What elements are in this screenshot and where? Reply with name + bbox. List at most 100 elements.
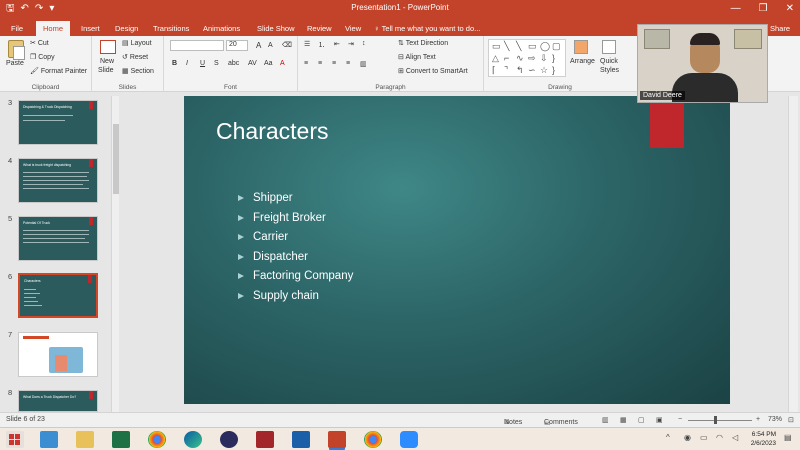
battery-icon[interactable]: ▭ xyxy=(700,433,708,442)
section-button[interactable]: ▦ Section xyxy=(122,67,154,75)
thumbnail-scrollbar[interactable] xyxy=(111,96,119,412)
slide-bullet-list[interactable]: Shipper Freight Broker Carrier Dispatche… xyxy=(238,191,353,308)
zoom-slider-thumb[interactable] xyxy=(714,416,717,424)
slide-thumbnail[interactable]: Dispatching & Truck Dispatching xyxy=(18,100,98,145)
wave-shape-icon[interactable]: ∽ xyxy=(528,65,536,76)
char-spacing-icon[interactable]: AV xyxy=(248,60,257,67)
star-shape-icon[interactable]: ☆ xyxy=(540,65,548,76)
slide-thumbnail[interactable]: What Does a Truck Dispatcher Do? xyxy=(18,390,98,412)
edge-legacy-icon[interactable] xyxy=(40,431,58,448)
arrange-icon[interactable] xyxy=(574,40,588,54)
brace-shape-icon[interactable]: } xyxy=(552,53,555,63)
bent-arrow-shape-icon[interactable]: ↰ xyxy=(516,65,524,76)
clear-format-icon[interactable]: ⌫ xyxy=(282,41,292,49)
zoom-icon[interactable] xyxy=(400,431,418,448)
bullet-item[interactable]: Supply chain xyxy=(238,289,353,309)
windows-start-icon[interactable] xyxy=(6,431,24,448)
tell-me-search[interactable]: ♀ Tell me what you want to do... xyxy=(374,21,480,36)
decrease-indent-icon[interactable]: ⇤ xyxy=(334,40,340,48)
quick-styles-button-line2[interactable]: Styles xyxy=(600,67,619,74)
close-icon[interactable]: ✕ xyxy=(786,2,794,16)
bullet-item[interactable]: Shipper xyxy=(238,191,353,211)
minimize-icon[interactable]: — xyxy=(731,2,741,16)
increase-indent-icon[interactable]: ⇥ xyxy=(348,40,354,48)
quick-styles-button-line1[interactable]: Quick xyxy=(600,58,618,65)
connector-shape-icon[interactable]: ⌝ xyxy=(504,65,508,76)
cube-app-icon[interactable] xyxy=(256,431,274,448)
align-text-button[interactable]: ⊟ Align Text xyxy=(398,53,436,61)
copy-button[interactable]: ❐ Copy xyxy=(30,53,55,61)
tab-view[interactable]: View xyxy=(338,21,368,36)
new-slide-icon[interactable] xyxy=(100,40,116,54)
chrome-profile-icon[interactable] xyxy=(364,431,382,448)
new-slide-button-line2[interactable]: Slide xyxy=(98,67,114,74)
underline-button[interactable]: U xyxy=(200,60,205,67)
tray-app-icon[interactable]: ◉ xyxy=(684,433,691,442)
teams-icon[interactable] xyxy=(220,431,238,448)
shrink-font-button[interactable]: A xyxy=(268,42,273,49)
text-direction-button[interactable]: ⇅ Text Direction xyxy=(398,39,448,47)
arrange-button[interactable]: Arrange xyxy=(570,58,595,65)
new-slide-button-line1[interactable]: New xyxy=(100,58,114,65)
edge-icon[interactable] xyxy=(184,431,202,448)
bullet-item[interactable]: Freight Broker xyxy=(238,211,353,231)
slide-sorter-icon[interactable]: ▦ xyxy=(620,416,627,424)
slide-title[interactable]: Characters xyxy=(216,118,328,145)
grow-font-button[interactable]: A xyxy=(256,41,261,50)
shapes-gallery[interactable]: ▭ ╲ ╲ ▭ ◯ ▢ △ ⌐ ∿ ⇨ ⇩ } ⌈ ⌝ ↰ ∽ ☆ } xyxy=(488,39,566,77)
normal-view-icon[interactable]: ▥ xyxy=(602,416,609,424)
tray-chevron-icon[interactable]: ^ xyxy=(666,433,670,442)
arrow-right-shape-icon[interactable]: ⇨ xyxy=(528,53,536,64)
network-icon[interactable]: ◠ xyxy=(716,433,723,442)
slide-thumbnail-selected[interactable]: Characters xyxy=(18,273,98,318)
tab-animations[interactable]: Animations xyxy=(196,21,247,36)
arrow-down-shape-icon[interactable]: ⇩ xyxy=(540,53,548,64)
tab-review[interactable]: Review xyxy=(300,21,339,36)
paste-button[interactable]: Paste xyxy=(6,60,24,67)
rectangle-shape-icon[interactable]: ▭ xyxy=(528,41,537,52)
bullet-item[interactable]: Factoring Company xyxy=(238,269,353,289)
rounded-rect-shape-icon[interactable]: ▢ xyxy=(552,41,561,52)
reset-button[interactable]: ↺ Reset xyxy=(122,53,148,61)
align-center-icon[interactable]: ≡ xyxy=(318,60,322,67)
reading-view-icon[interactable]: ▢ xyxy=(638,416,645,424)
tab-home[interactable]: Home xyxy=(36,21,71,36)
shield-app-icon[interactable] xyxy=(292,431,310,448)
zoom-level[interactable]: 73% xyxy=(768,416,782,423)
font-color-icon[interactable]: A xyxy=(280,60,285,67)
shadow-button[interactable]: S xyxy=(214,60,219,67)
layout-button[interactable]: ▤ Layout xyxy=(122,39,152,47)
line-spacing-icon[interactable]: ↕ xyxy=(362,40,366,47)
brace-right-shape-icon[interactable]: } xyxy=(552,65,555,75)
thumbnail-scroll-thumb[interactable] xyxy=(113,124,119,194)
tab-file[interactable]: File xyxy=(4,21,30,36)
cut-button[interactable]: ✂ Cut xyxy=(30,39,49,47)
italic-button[interactable]: I xyxy=(186,60,188,67)
tab-slide-show[interactable]: Slide Show xyxy=(250,21,302,36)
bullet-item[interactable]: Dispatcher xyxy=(238,250,353,270)
oval-shape-icon[interactable]: ◯ xyxy=(540,41,550,52)
line-shape-icon[interactable]: ╲ xyxy=(504,41,509,52)
bullet-item[interactable]: Carrier xyxy=(238,230,353,250)
font-size-box[interactable]: 20 xyxy=(226,40,248,51)
powerpoint-icon[interactable] xyxy=(328,431,346,448)
paste-icon[interactable] xyxy=(8,40,25,60)
bullets-icon[interactable]: ☰ xyxy=(304,40,310,48)
bold-button[interactable]: B xyxy=(172,60,177,67)
curve-shape-icon[interactable]: ∿ xyxy=(516,53,524,64)
elbow-shape-icon[interactable]: ⌐ xyxy=(504,53,509,63)
slide-thumbnail[interactable]: Potential Of Truck xyxy=(18,216,98,261)
zoom-slider[interactable] xyxy=(688,420,752,421)
zoom-in-icon[interactable]: + xyxy=(756,416,760,423)
zoom-out-icon[interactable]: − xyxy=(678,416,682,423)
chrome-icon[interactable] xyxy=(148,431,166,448)
current-slide[interactable]: Characters Shipper Freight Broker Carrie… xyxy=(184,96,730,404)
slide-thumbnail[interactable]: What is truck freight dispatching xyxy=(18,158,98,203)
align-right-icon[interactable]: ≡ xyxy=(332,60,336,67)
triangle-shape-icon[interactable]: △ xyxy=(492,53,499,64)
quick-styles-icon[interactable] xyxy=(602,40,616,54)
volume-icon[interactable]: ◁ xyxy=(732,433,738,442)
tab-design[interactable]: Design xyxy=(108,21,145,36)
numbering-icon[interactable]: ⒈ xyxy=(318,40,325,50)
file-explorer-icon[interactable] xyxy=(76,431,94,448)
